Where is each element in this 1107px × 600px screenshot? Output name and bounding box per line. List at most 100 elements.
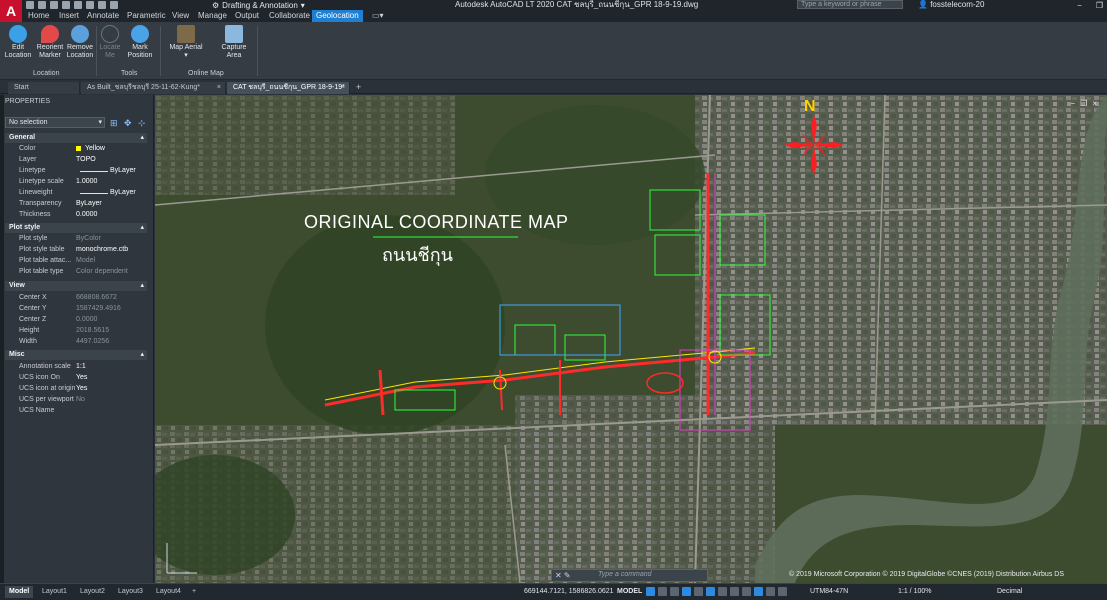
prop-lineweight[interactable]: Lineweight ByLayer bbox=[5, 188, 147, 198]
doc-tab-asbuilt[interactable]: As Built_ชลบุรีชลบุรี 25-11-62-Kung* × bbox=[81, 82, 226, 94]
prop-color[interactable]: Color Yellow bbox=[5, 144, 147, 154]
prop-center-y[interactable]: Center Y 1587429.4916 bbox=[5, 304, 147, 314]
units-icon[interactable] bbox=[766, 587, 775, 596]
doc-tab-current[interactable]: CAT ชลบุรี_ถนนชีกุน_GPR 18-9-19* × bbox=[227, 82, 350, 94]
prop-layer[interactable]: Layer TOPO bbox=[5, 155, 147, 165]
annotation-monitor-icon[interactable] bbox=[754, 587, 763, 596]
new-tab-icon[interactable]: + bbox=[356, 82, 361, 92]
selection-dropdown[interactable]: No selection ▾ bbox=[5, 117, 105, 128]
close-viewport-icon[interactable]: × bbox=[1092, 99, 1097, 108]
prop-height[interactable]: Height 2018.5615 bbox=[5, 326, 147, 336]
prop-annotation-scale[interactable]: Annotation scale 1:1 bbox=[5, 362, 147, 372]
lineweight-icon[interactable] bbox=[718, 587, 727, 596]
coordinate-system[interactable]: UTM84-47N bbox=[810, 586, 848, 598]
section-plot-style[interactable]: Plot style ▴ bbox=[5, 223, 147, 233]
annotation-scale[interactable]: 1:1 / 100% bbox=[898, 586, 931, 598]
prop-linetype-scale[interactable]: Linetype scale 1.0000 bbox=[5, 177, 147, 187]
selection-cycling-icon[interactable] bbox=[742, 587, 751, 596]
tab-geolocation[interactable]: Geolocation bbox=[312, 10, 363, 22]
snap-icon[interactable] bbox=[658, 587, 667, 596]
map-aerial-button[interactable]: Map Aerial ▾ bbox=[166, 24, 206, 70]
tab-output[interactable]: Output bbox=[231, 10, 263, 22]
prop-center-z[interactable]: Center Z 0.0000 bbox=[5, 315, 147, 325]
tab-home[interactable]: Home bbox=[24, 10, 53, 22]
prop-plot-table-type[interactable]: Plot table type Color dependent bbox=[5, 267, 147, 277]
minimize-icon[interactable]: − bbox=[1077, 1, 1082, 10]
close-icon[interactable]: ✕ ✎ bbox=[555, 571, 571, 580]
prop-plot-table-attached[interactable]: Plot table attac... Model bbox=[5, 256, 147, 266]
tab-view[interactable]: View bbox=[168, 10, 193, 22]
prop-value: 1587429.4916 bbox=[76, 305, 121, 312]
new-icon[interactable] bbox=[26, 1, 34, 9]
command-line[interactable]: ✕ ✎ Type a command bbox=[551, 569, 708, 582]
tab-insert[interactable]: Insert bbox=[55, 10, 83, 22]
select-objects-icon[interactable]: ✥ bbox=[124, 118, 132, 129]
tab-annotate[interactable]: Annotate bbox=[83, 10, 123, 22]
prop-plot-style-table[interactable]: Plot style table monochrome.ctb bbox=[5, 245, 147, 255]
ortho-icon[interactable] bbox=[670, 587, 679, 596]
app-menu-button[interactable]: A bbox=[0, 0, 22, 22]
close-icon[interactable]: × bbox=[341, 82, 345, 94]
layout-tab-model[interactable]: Model bbox=[5, 586, 34, 598]
window-title: Autodesk AutoCAD LT 2020 CAT ชลบุรี_ถนนช… bbox=[455, 0, 699, 9]
edit-location-button[interactable]: Edit Location bbox=[0, 24, 36, 70]
drawing-canvas[interactable]: − ❐ × N ORIGINAL COORDINATE MAP ถนนชีกุน… bbox=[155, 95, 1107, 583]
chevron-up-icon: ▴ bbox=[140, 351, 144, 358]
prop-thickness[interactable]: Thickness 0.0000 bbox=[5, 210, 147, 220]
tab-manage[interactable]: Manage bbox=[194, 10, 231, 22]
layout-tab-1[interactable]: Layout1 bbox=[38, 586, 71, 598]
tab-collaborate[interactable]: Collaborate bbox=[265, 10, 314, 22]
prop-ucs-per-viewport[interactable]: UCS per viewport No bbox=[5, 395, 147, 405]
prop-center-x[interactable]: Center X 668808.6672 bbox=[5, 293, 147, 303]
redo-icon[interactable] bbox=[110, 1, 118, 9]
capture-area-button[interactable]: Capture Area bbox=[216, 24, 252, 70]
palette-title-strip[interactable] bbox=[0, 95, 4, 583]
layout-tab-2[interactable]: Layout2 bbox=[76, 586, 109, 598]
section-view[interactable]: View ▴ bbox=[5, 281, 147, 291]
help-search-input[interactable]: Type a keyword or phrase bbox=[797, 0, 903, 9]
tab-parametric[interactable]: Parametric bbox=[123, 10, 170, 22]
grid-icon[interactable] bbox=[646, 587, 655, 596]
restore-icon[interactable]: ❐ bbox=[1096, 1, 1103, 10]
ribbon-tabs: Home Insert Annotate Parametric View Man… bbox=[0, 10, 1107, 22]
ribbon-options-icon[interactable]: ▭▾ bbox=[368, 10, 388, 22]
prop-plot-style[interactable]: Plot style ByColor bbox=[5, 234, 147, 244]
save-icon[interactable] bbox=[50, 1, 58, 9]
prop-ucs-icon-on[interactable]: UCS icon On Yes bbox=[5, 373, 147, 383]
prop-transparency[interactable]: Transparency ByLayer bbox=[5, 199, 147, 209]
model-space-toggle[interactable]: MODEL bbox=[617, 586, 642, 598]
map-title: ORIGINAL COORDINATE MAP bbox=[304, 212, 569, 232]
drawing-units[interactable]: Decimal bbox=[997, 586, 1022, 598]
transparency-icon[interactable] bbox=[730, 587, 739, 596]
quick-select-icon[interactable]: ⊹ bbox=[138, 118, 146, 129]
user-account[interactable]: 👤 fosstelecom-20 bbox=[918, 0, 984, 10]
prop-ucs-name[interactable]: UCS Name bbox=[5, 406, 147, 416]
section-general[interactable]: General ▴ bbox=[5, 133, 147, 143]
doc-tab-start[interactable]: Start bbox=[8, 82, 80, 94]
save-as-icon[interactable] bbox=[62, 1, 70, 9]
close-icon[interactable]: × bbox=[217, 82, 221, 94]
command-input[interactable]: Type a command bbox=[598, 571, 652, 578]
add-layout-icon[interactable]: + bbox=[188, 586, 200, 598]
isodraft-icon[interactable] bbox=[694, 587, 703, 596]
toggle-pickadd-icon[interactable]: ⊞ bbox=[110, 118, 118, 129]
undo-icon[interactable] bbox=[98, 1, 106, 9]
restore-viewport-icon[interactable]: ❐ bbox=[1080, 99, 1087, 108]
layout-tab-3[interactable]: Layout3 bbox=[114, 586, 147, 598]
osnap-icon[interactable] bbox=[706, 587, 715, 596]
layout-tab-4[interactable]: Layout4 bbox=[152, 586, 185, 598]
plot-icon[interactable] bbox=[86, 1, 94, 9]
minimize-viewport-icon[interactable]: − bbox=[1070, 99, 1075, 108]
location-icon[interactable] bbox=[778, 587, 787, 596]
polar-icon[interactable] bbox=[682, 587, 691, 596]
linetype-preview bbox=[80, 171, 108, 172]
workspace-switcher[interactable]: ⚙ Drafting & Annotation ▾ bbox=[212, 0, 305, 10]
open-icon[interactable] bbox=[38, 1, 46, 9]
prop-width[interactable]: Width 4497.0256 bbox=[5, 337, 147, 347]
prop-ucs-icon-origin[interactable]: UCS icon at origin Yes bbox=[5, 384, 147, 394]
web-mobile-icon[interactable] bbox=[74, 1, 82, 9]
prop-linetype[interactable]: Linetype ByLayer bbox=[5, 166, 147, 176]
map-subtitle: ถนนชีกุน bbox=[382, 245, 453, 266]
mark-position-button[interactable]: Mark Position bbox=[122, 24, 158, 70]
section-misc[interactable]: Misc ▴ bbox=[5, 350, 147, 360]
